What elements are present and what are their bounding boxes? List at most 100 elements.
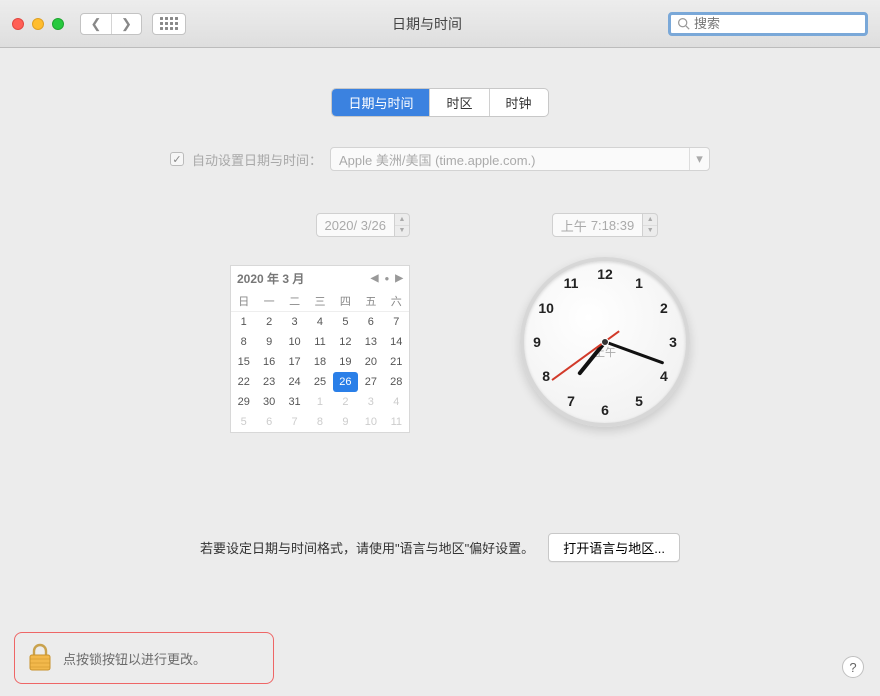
calendar-day[interactable]: 24: [282, 372, 307, 392]
calendar-next-button[interactable]: ▶: [395, 273, 403, 284]
calendar-day[interactable]: 8: [231, 332, 256, 352]
calendar-day[interactable]: 5: [333, 312, 358, 332]
calendar-weekday: 二: [282, 291, 307, 312]
calendar-day[interactable]: 5: [231, 412, 256, 432]
calendar-day[interactable]: 17: [282, 352, 307, 372]
open-language-region-button[interactable]: 打开语言与地区...: [548, 533, 680, 562]
calendar-day[interactable]: 1: [307, 392, 332, 412]
date-column: 2020/ 3/26 ▲ ▼ 2020 年 3 月 ◀ ● ▶ 日一二三四五六1…: [190, 213, 410, 433]
calendar-day[interactable]: 31: [282, 392, 307, 412]
calendar-day[interactable]: 28: [384, 372, 409, 392]
clock-numeral: 5: [629, 393, 649, 409]
calendar-day[interactable]: 19: [333, 352, 358, 372]
calendar-day[interactable]: 16: [256, 352, 281, 372]
calendar-weekday: 五: [358, 291, 383, 312]
time-ampm: 上午: [561, 216, 587, 235]
time-input[interactable]: 上午 7:18:39: [552, 213, 643, 237]
calendar-day[interactable]: 11: [384, 412, 409, 432]
chevron-right-icon: ❯: [121, 16, 132, 32]
clock-numeral: 7: [561, 393, 581, 409]
search-field[interactable]: [668, 12, 868, 36]
back-button[interactable]: ❮: [81, 14, 111, 34]
date-value: 2020/ 3/26: [325, 218, 386, 233]
calendar-today-dot[interactable]: ●: [384, 274, 389, 283]
time-stepper[interactable]: ▲ ▼: [643, 213, 658, 237]
window-controls: [12, 18, 64, 30]
clock-center-dot: [601, 338, 609, 346]
show-all-button[interactable]: [152, 13, 186, 35]
help-button[interactable]: ?: [842, 656, 864, 678]
calendar-day[interactable]: 30: [256, 392, 281, 412]
tab-date-time[interactable]: 日期与时间: [332, 89, 430, 116]
calendar-grid: 日一二三四五六123456789101112131415161718192021…: [231, 291, 409, 432]
calendar-day[interactable]: 6: [256, 412, 281, 432]
calendar-title: 2020 年 3 月: [237, 270, 304, 287]
chevron-down-icon: ▾: [689, 148, 709, 170]
calendar-prev-button[interactable]: ◀: [371, 273, 379, 284]
calendar-day[interactable]: 26: [333, 372, 358, 392]
forward-button[interactable]: ❯: [111, 14, 141, 34]
calendar-day[interactable]: 22: [231, 372, 256, 392]
calendar-day[interactable]: 9: [256, 332, 281, 352]
calendar-day[interactable]: 2: [333, 392, 358, 412]
pane-tabs: 日期与时间 时区 时钟: [331, 88, 548, 117]
calendar-weekday: 四: [333, 291, 358, 312]
date-stepper[interactable]: ▲ ▼: [395, 213, 410, 237]
calendar-day[interactable]: 6: [358, 312, 383, 332]
calendar-day[interactable]: 3: [358, 392, 383, 412]
time-value: 7:18:39: [591, 218, 634, 233]
calendar-day[interactable]: 10: [358, 412, 383, 432]
window-title: 日期与时间: [186, 14, 668, 34]
calendar-day[interactable]: 2: [256, 312, 281, 332]
calendar-day[interactable]: 29: [231, 392, 256, 412]
calendar-day[interactable]: 7: [384, 312, 409, 332]
calendar-day[interactable]: 18: [307, 352, 332, 372]
format-hint-row: 若要设定日期与时间格式，请使用"语言与地区"偏好设置。 打开语言与地区...: [28, 533, 852, 562]
date-field: 2020/ 3/26 ▲ ▼: [190, 213, 410, 237]
calendar-day[interactable]: 12: [333, 332, 358, 352]
calendar-day[interactable]: 27: [358, 372, 383, 392]
minimize-window-button[interactable]: [32, 18, 44, 30]
calendar-day[interactable]: 25: [307, 372, 332, 392]
calendar-day[interactable]: 23: [256, 372, 281, 392]
clock-numeral: 3: [663, 334, 683, 350]
calendar-day[interactable]: 1: [231, 312, 256, 332]
tab-timezone[interactable]: 时区: [430, 89, 489, 116]
calendar-day[interactable]: 15: [231, 352, 256, 372]
auto-set-checkbox[interactable]: ✓: [170, 152, 184, 166]
search-input[interactable]: [694, 16, 870, 31]
time-server-combobox[interactable]: Apple 美洲/美国 (time.apple.com.) ▾: [330, 147, 710, 171]
calendar-day[interactable]: 3: [282, 312, 307, 332]
clock-numeral: 1: [629, 275, 649, 291]
calendar-day[interactable]: 9: [333, 412, 358, 432]
clock-numeral: 11: [561, 275, 581, 291]
calendar-day[interactable]: 10: [282, 332, 307, 352]
lock-icon[interactable]: [27, 643, 53, 673]
clock-numeral: 10: [536, 300, 556, 316]
calendar-day[interactable]: 4: [384, 392, 409, 412]
calendar-weekday: 六: [384, 291, 409, 312]
lock-hint-text: 点按锁按钮以进行更改。: [63, 649, 206, 668]
calendar-weekday: 一: [256, 291, 281, 312]
calendar-day[interactable]: 4: [307, 312, 332, 332]
zoom-window-button[interactable]: [52, 18, 64, 30]
calendar: 2020 年 3 月 ◀ ● ▶ 日一二三四五六1234567891011121…: [230, 265, 410, 433]
calendar-day[interactable]: 20: [358, 352, 383, 372]
stepper-up-icon: ▲: [395, 214, 409, 226]
auto-set-row: ✓ 自动设置日期与时间： Apple 美洲/美国 (time.apple.com…: [28, 147, 852, 171]
time-server-value: Apple 美洲/美国 (time.apple.com.): [339, 150, 536, 169]
clock-numeral: 6: [595, 402, 615, 418]
lock-hint-box: 点按锁按钮以进行更改。: [14, 632, 274, 684]
calendar-day[interactable]: 21: [384, 352, 409, 372]
close-window-button[interactable]: [12, 18, 24, 30]
calendar-day[interactable]: 7: [282, 412, 307, 432]
clock-numeral: 2: [654, 300, 674, 316]
format-hint-text: 若要设定日期与时间格式，请使用"语言与地区"偏好设置。: [200, 538, 534, 557]
calendar-day[interactable]: 11: [307, 332, 332, 352]
time-field: 上午 7:18:39 ▲ ▼: [552, 213, 658, 237]
date-input[interactable]: 2020/ 3/26: [316, 213, 395, 237]
tab-clock[interactable]: 时钟: [490, 89, 548, 116]
calendar-day[interactable]: 8: [307, 412, 332, 432]
calendar-day[interactable]: 13: [358, 332, 383, 352]
calendar-day[interactable]: 14: [384, 332, 409, 352]
